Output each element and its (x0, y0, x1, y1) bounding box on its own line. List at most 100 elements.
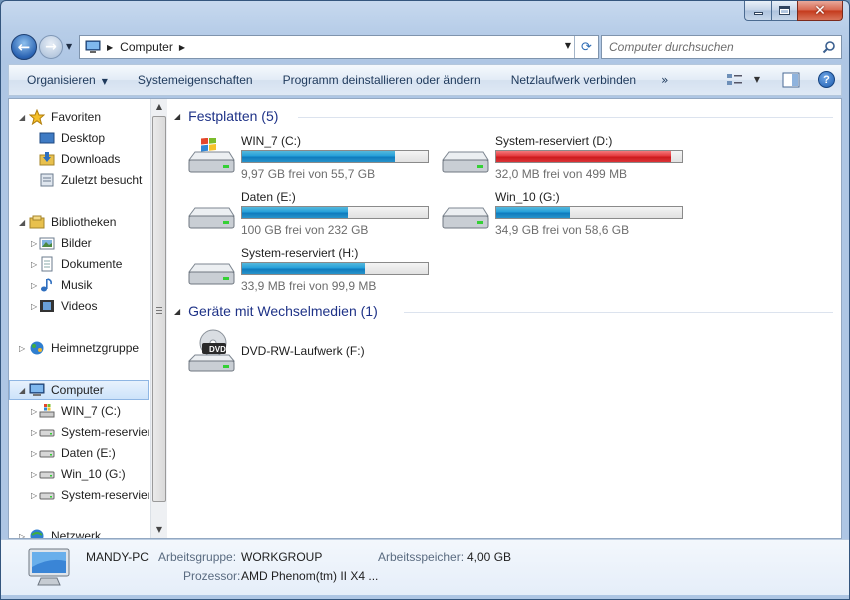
help-icon[interactable]: ? (818, 71, 835, 88)
breadcrumb-separator-icon[interactable]: ▶ (107, 43, 113, 52)
expand-arrow-icon[interactable]: ▷ (19, 344, 25, 353)
downloads-folder-icon (39, 152, 55, 166)
more-commands-button[interactable]: » (651, 73, 678, 87)
hard-drive-icon (39, 471, 55, 479)
breadcrumb-chevron-icon[interactable]: ▶ (179, 43, 185, 52)
hard-drive-icon (39, 450, 55, 458)
collapse-group-icon[interactable]: ◢ (174, 307, 180, 316)
recent-pages-dropdown[interactable]: ▼ (66, 42, 72, 51)
drive-name: System-reserviert (H:) (241, 246, 359, 260)
drive-free-space: 33,9 MB frei von 99,9 MB (241, 279, 377, 293)
maximize-button[interactable] (771, 1, 797, 21)
change-view-icon[interactable] (726, 72, 744, 88)
search-input[interactable]: Computer durchsuchen (609, 40, 734, 54)
computer-icon (29, 383, 45, 396)
drive-item[interactable]: WIN_7 (C:) 9,97 GB frei von 55,7 GB (187, 134, 437, 182)
drive-item[interactable]: System-reserviert (H:) 33,9 MB frei von … (187, 246, 437, 294)
expand-arrow-icon[interactable]: ▷ (31, 407, 37, 416)
drive-item[interactable]: Daten (E:) 100 GB frei von 232 GB (187, 190, 437, 238)
windows-drive-icon (188, 138, 235, 173)
tree-item-videos[interactable]: ▷ Videos (9, 296, 149, 316)
tree-item-pictures[interactable]: ▷ Bilder (9, 233, 149, 253)
hard-drive-icon (39, 429, 55, 437)
hard-drive-icon (442, 151, 489, 173)
tree-item-drive-e[interactable]: ▷ Daten (E:) (9, 443, 149, 463)
tree-item-downloads[interactable]: Downloads (9, 149, 149, 169)
drive-item[interactable]: Win_10 (G:) 34,9 GB frei von 58,6 GB (441, 190, 691, 238)
group-header-hard-drives[interactable]: ◢ Festplatten (5) (174, 106, 278, 126)
expand-arrow-icon[interactable]: ▷ (31, 281, 37, 290)
tree-item-drive-g[interactable]: ▷ Win_10 (G:) (9, 464, 149, 484)
close-button[interactable]: ✕ (797, 1, 843, 21)
tree-item-desktop[interactable]: Desktop (9, 128, 149, 148)
drive-name: DVD-RW-Laufwerk (F:) (241, 344, 365, 358)
preview-pane-icon[interactable] (782, 72, 800, 88)
scrollbar-thumb[interactable] (152, 116, 166, 502)
tree-item-recent-places[interactable]: Zuletzt besucht (9, 170, 149, 190)
expand-arrow-icon[interactable]: ▷ (31, 470, 37, 479)
drive-free-space: 34,9 GB frei von 58,6 GB (495, 223, 630, 237)
hard-drive-icon (39, 492, 55, 500)
drive-name: Win_10 (G:) (495, 190, 560, 204)
scroll-down-arrow-icon[interactable]: ▼ (151, 522, 167, 538)
tree-item-homegroup[interactable]: ▷ Heimnetzgruppe (9, 338, 149, 358)
tree-item-music[interactable]: ▷ Musik (9, 275, 149, 295)
drive-name: System-reserviert (D:) (495, 134, 613, 148)
expand-arrow-icon[interactable]: ▷ (31, 491, 37, 500)
expand-arrow-icon[interactable]: ▷ (31, 239, 37, 248)
tree-item-drive-d[interactable]: ▷ System-reserviert (9, 422, 149, 442)
map-network-drive-button[interactable]: Netzlaufwerk verbinden (496, 73, 651, 87)
back-button[interactable]: ← (11, 34, 37, 60)
expand-arrow-icon[interactable]: ▷ (31, 302, 37, 311)
view-options-dropdown-icon[interactable]: ▼ (754, 75, 760, 84)
navigation-scrollbar[interactable]: ▲ ▼ (150, 99, 167, 538)
minimize-icon (753, 12, 763, 15)
drive-item-dvd[interactable]: DVD DVD-RW-Laufwerk (F:) (187, 329, 437, 377)
recent-places-icon (40, 173, 54, 187)
tree-item-favorites[interactable]: ◢ Favoriten (9, 107, 149, 127)
tree-item-documents[interactable]: ▷ Dokumente (9, 254, 149, 274)
collapse-arrow-icon[interactable]: ◢ (19, 386, 25, 395)
group-divider (298, 117, 833, 118)
expand-arrow-icon[interactable]: ▷ (19, 532, 25, 539)
address-dropdown-icon[interactable]: ▼ (565, 41, 571, 50)
expand-arrow-icon[interactable]: ▷ (31, 449, 37, 458)
system-properties-button[interactable]: Systemeigenschaften (123, 73, 268, 87)
expand-arrow-icon[interactable]: ▷ (31, 260, 37, 269)
refresh-button[interactable]: ⟳ (574, 36, 598, 58)
tree-item-libraries[interactable]: ◢ Bibliotheken (9, 212, 149, 232)
hard-drive-icon (442, 207, 489, 229)
drive-item[interactable]: System-reserviert (D:) 32,0 MB frei von … (441, 134, 691, 182)
organize-menu[interactable]: Organisieren ▼ (9, 73, 123, 87)
hard-drive-icon (188, 207, 235, 229)
pictures-icon (39, 237, 55, 250)
scroll-up-arrow-icon[interactable]: ▲ (151, 99, 167, 115)
expand-arrow-icon[interactable]: ▷ (31, 428, 37, 437)
music-icon (41, 278, 52, 292)
drive-usage-fill (242, 207, 349, 218)
drive-free-space: 32,0 MB frei von 499 MB (495, 167, 628, 181)
grip-icon (156, 307, 162, 314)
pc-name: MANDY-PC (86, 550, 149, 564)
group-divider (404, 312, 833, 313)
group-header-removable[interactable]: ◢ Geräte mit Wechselmedien (1) (174, 301, 378, 321)
tree-item-drive-c[interactable]: ▷ WIN_7 (C:) (9, 401, 149, 421)
tree-item-computer[interactable]: ◢ Computer (9, 380, 149, 400)
drive-usage-fill (242, 263, 365, 274)
search-icon[interactable] (822, 40, 836, 54)
collapse-group-icon[interactable]: ◢ (174, 112, 180, 121)
refresh-icon: ⟳ (581, 39, 592, 55)
drive-usage-bar (241, 262, 429, 275)
drive-usage-bar (241, 206, 429, 219)
address-bar[interactable]: ▶ Computer ▶ ▼ ⟳ (79, 35, 599, 59)
tree-item-drive-h[interactable]: ▷ System-reserviert (9, 485, 149, 505)
minimize-button[interactable] (744, 1, 771, 21)
uninstall-program-button[interactable]: Programm deinstallieren oder ändern (268, 73, 496, 87)
forward-button[interactable]: → (39, 35, 63, 59)
collapse-arrow-icon[interactable]: ◢ (19, 113, 25, 122)
hard-drive-icon (188, 263, 235, 285)
search-box[interactable]: Computer durchsuchen (601, 35, 842, 59)
breadcrumb-computer[interactable]: Computer (120, 40, 173, 54)
tree-item-network[interactable]: ▷ Netzwerk (9, 526, 149, 538)
collapse-arrow-icon[interactable]: ◢ (19, 218, 25, 227)
